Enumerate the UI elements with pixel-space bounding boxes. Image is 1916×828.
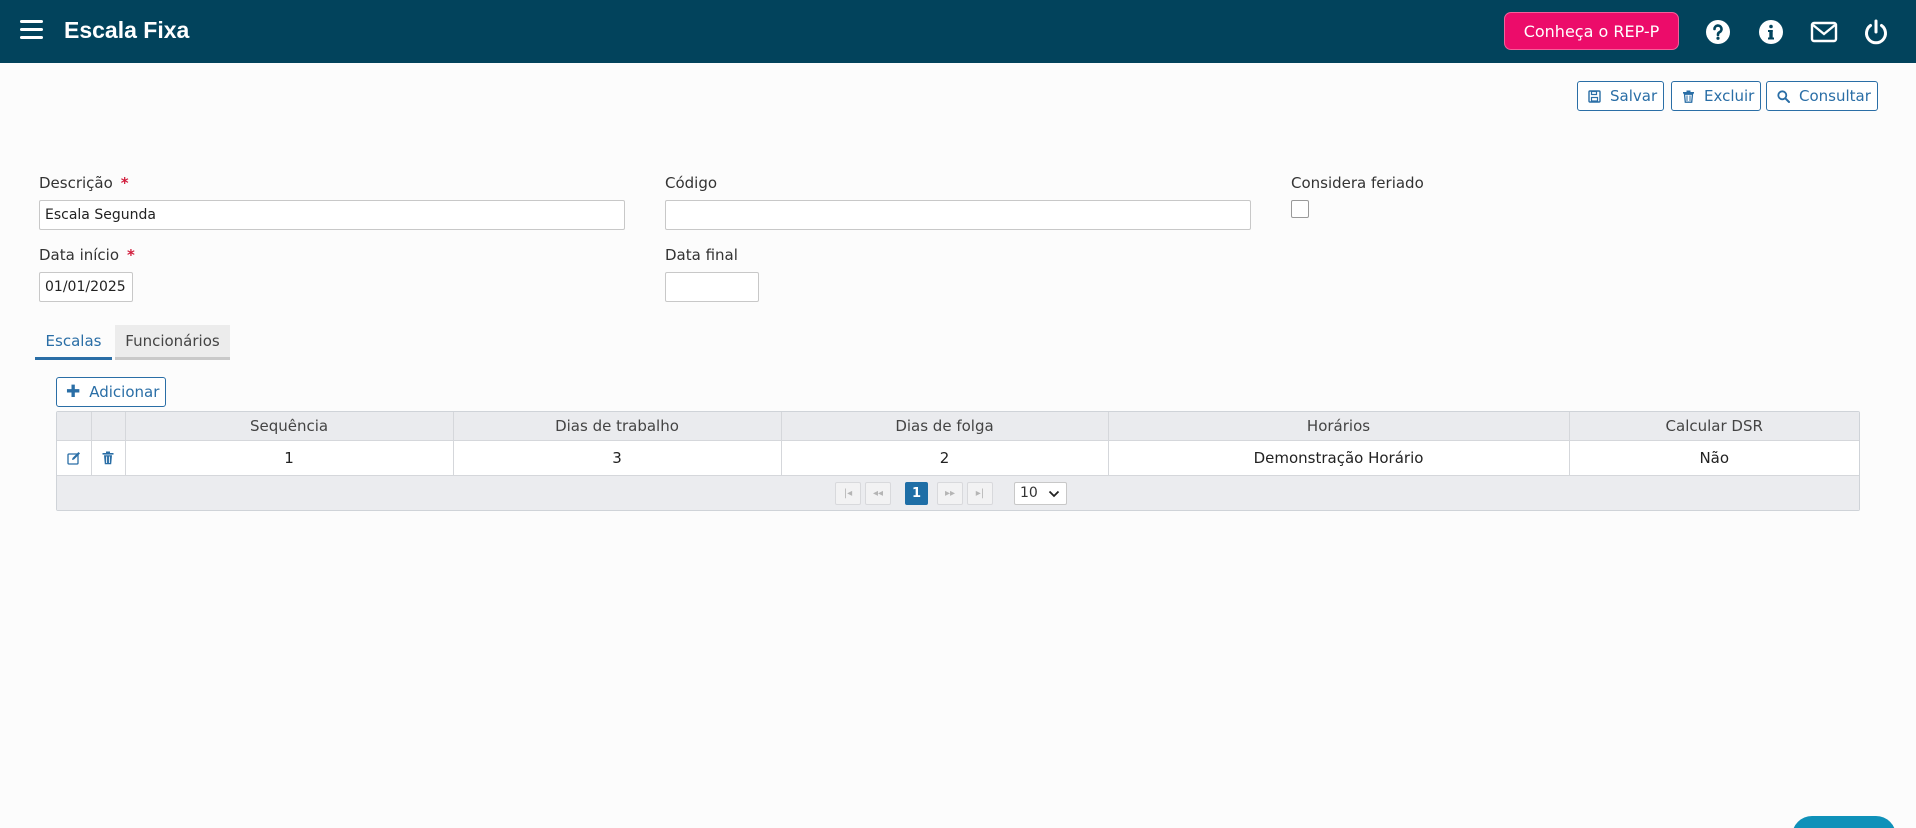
cell-horarios: Demonstração Horário [1108, 440, 1570, 476]
escalas-table: Sequência Dias de trabalho Dias de folga… [56, 411, 1860, 511]
save-button[interactable]: Salvar [1577, 81, 1664, 111]
data-final-label: Data final [665, 246, 738, 264]
first-page-button[interactable]: |◂ [835, 481, 861, 505]
tab-escalas[interactable]: Escalas [35, 325, 112, 360]
delete-column-header [91, 412, 126, 441]
data-inicio-input[interactable]: 01/01/2025 [39, 272, 133, 302]
delete-label: Excluir [1704, 87, 1755, 105]
save-icon [1588, 89, 1601, 103]
tab-funcionarios[interactable]: Funcionários [115, 325, 230, 360]
data-inicio-label: Data início * [39, 246, 135, 264]
codigo-label: Código [665, 174, 718, 192]
edit-column-header [57, 412, 92, 441]
codigo-input[interactable] [665, 200, 1251, 230]
menu-icon[interactable] [20, 20, 43, 39]
page-size-value: 10 [1020, 485, 1038, 501]
chevron-down-icon [1048, 488, 1060, 500]
current-page-button[interactable]: 1 [905, 481, 928, 505]
delete-button[interactable]: Excluir [1671, 81, 1761, 111]
table-row[interactable]: 1 3 2 Demonstração Horário Não [57, 440, 1859, 476]
last-page-button[interactable]: ▸| [967, 481, 993, 505]
prev-page-button[interactable]: ◂◂ [865, 481, 891, 505]
column-header-horarios[interactable]: Horários [1108, 412, 1570, 441]
data-final-input[interactable] [665, 272, 759, 302]
column-header-dias-trabalho[interactable]: Dias de trabalho [453, 412, 782, 441]
plus-icon: ✚ [66, 381, 81, 402]
table-header-row: Sequência Dias de trabalho Dias de folga… [57, 412, 1859, 441]
search-label: Consultar [1799, 87, 1871, 105]
descricao-input[interactable]: Escala Segunda [39, 200, 625, 230]
edit-icon[interactable] [67, 451, 81, 465]
search-icon [1777, 89, 1790, 103]
trash-icon[interactable] [101, 451, 115, 465]
paginator: |◂ ◂◂ 1 ▸▸ ▸| 10 [57, 475, 1859, 510]
add-button[interactable]: ✚ Adicionar [56, 377, 166, 407]
trash-icon [1682, 90, 1695, 103]
page-size-select[interactable]: 10 [1014, 481, 1067, 505]
add-label: Adicionar [89, 383, 160, 401]
cell-calcular-dsr: Não [1569, 440, 1859, 476]
descricao-label: Descrição * [39, 174, 129, 192]
chat-widget-button[interactable] [1792, 816, 1896, 828]
top-bar: Escala Fixa Conheça o REP-P [0, 0, 1916, 63]
save-label: Salvar [1610, 87, 1658, 105]
cell-sequencia: 1 [125, 440, 454, 476]
info-icon[interactable] [1757, 18, 1785, 46]
page-title: Escala Fixa [64, 17, 190, 43]
next-page-button[interactable]: ▸▸ [937, 481, 963, 505]
cell-dias-folga: 2 [781, 440, 1109, 476]
help-icon[interactable] [1704, 18, 1732, 46]
considera-feriado-label: Considera feriado [1291, 174, 1424, 192]
edit-cell [57, 440, 92, 476]
power-icon[interactable] [1862, 18, 1890, 46]
mail-icon[interactable] [1810, 18, 1838, 46]
delete-cell [91, 440, 126, 476]
considera-feriado-checkbox[interactable] [1291, 200, 1309, 218]
search-button[interactable]: Consultar [1766, 81, 1878, 111]
column-header-sequencia[interactable]: Sequência [125, 412, 454, 441]
cell-dias-trabalho: 3 [453, 440, 782, 476]
column-header-dias-folga[interactable]: Dias de folga [781, 412, 1109, 441]
promo-button[interactable]: Conheça o REP-P [1504, 12, 1679, 50]
column-header-calcular-dsr[interactable]: Calcular DSR [1569, 412, 1859, 441]
